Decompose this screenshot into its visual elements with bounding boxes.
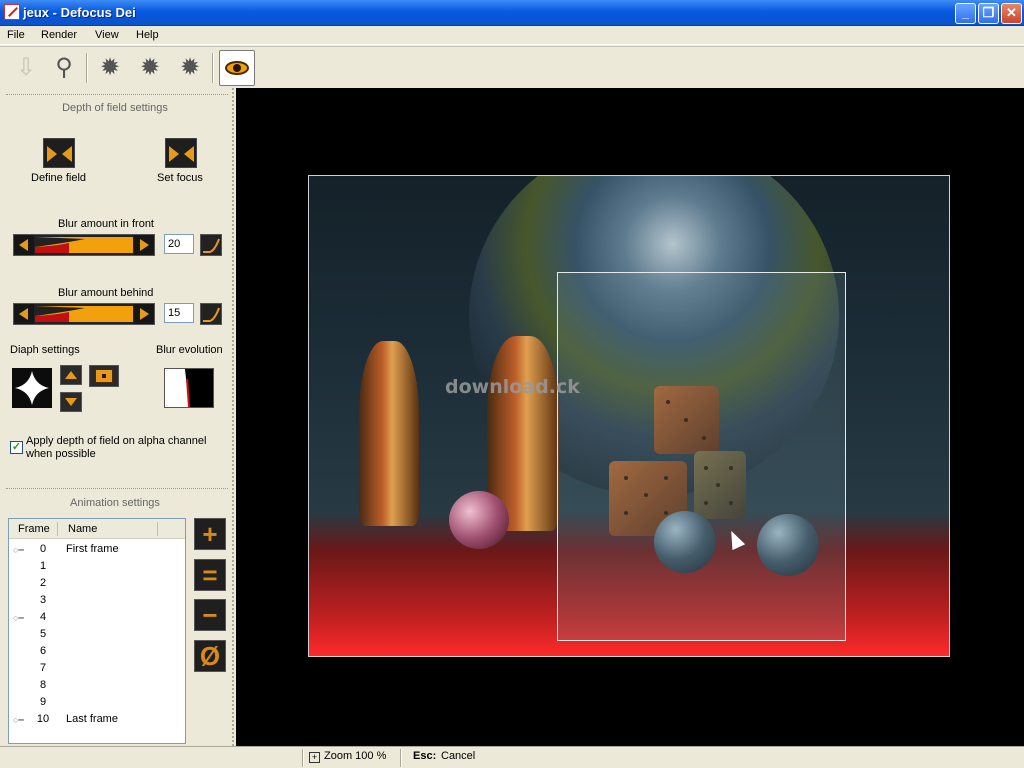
render-selection-gear-icon[interactable]: ✹ bbox=[172, 50, 208, 86]
render-canvas[interactable]: download.ck bbox=[236, 88, 1024, 746]
diaph-settings-label: Diaph settings bbox=[10, 344, 80, 356]
equal-frame-button[interactable]: = bbox=[194, 559, 226, 591]
zoom-icon[interactable]: + bbox=[309, 752, 320, 763]
blur-curve-fill bbox=[35, 237, 85, 253]
decrease-arrow-icon[interactable] bbox=[14, 235, 34, 255]
blur-behind-input[interactable] bbox=[164, 303, 194, 323]
frame-number: 6 bbox=[39, 645, 47, 657]
blur-evolution-graph[interactable] bbox=[164, 368, 214, 408]
blur-behind-slider[interactable] bbox=[13, 303, 155, 325]
magnifier-icon[interactable]: ⚲ bbox=[46, 50, 82, 86]
table-row[interactable]: 3 bbox=[9, 592, 185, 609]
menu-help[interactable]: Help bbox=[136, 29, 159, 41]
status-bar: + Zoom 100 % Esc: Cancel bbox=[0, 746, 1024, 768]
toolbar-separator bbox=[86, 53, 88, 83]
keyframe-icon: ○━ bbox=[13, 545, 24, 555]
dof-section-title: Depth of field settings bbox=[62, 102, 168, 114]
frame-number: 7 bbox=[39, 662, 47, 674]
minimize-button[interactable]: _ bbox=[955, 3, 976, 24]
zoom-level: Zoom 100 % bbox=[324, 750, 387, 762]
frame-number: 1 bbox=[39, 560, 47, 572]
maximize-button[interactable]: ❐ bbox=[978, 3, 999, 24]
remove-frame-button[interactable]: − bbox=[194, 599, 226, 631]
alpha-channel-checkbox[interactable]: ✓ bbox=[10, 441, 23, 454]
render-save-gear-icon[interactable]: ✹ bbox=[132, 50, 168, 86]
blur-front-slider[interactable] bbox=[13, 234, 155, 256]
title-bar: jeux - Defocus Dei _ ❐ ✕ bbox=[0, 0, 1024, 26]
table-row[interactable]: 7 bbox=[9, 660, 185, 677]
frame-name: First frame bbox=[66, 543, 119, 555]
esc-action-label: Cancel bbox=[441, 750, 476, 762]
frame-column-header[interactable]: Frame bbox=[18, 523, 50, 535]
blur-curve-fill bbox=[35, 306, 85, 322]
add-frame-button[interactable]: + bbox=[194, 518, 226, 550]
diaph-options-icon[interactable] bbox=[89, 365, 119, 387]
chess-king-shape bbox=[359, 341, 419, 526]
keyframe-icon: ○━ bbox=[13, 613, 24, 623]
diaphragm-shape-icon[interactable] bbox=[12, 368, 52, 408]
frame-number: 0 bbox=[39, 543, 47, 555]
section-divider bbox=[6, 94, 228, 95]
frame-number: 3 bbox=[39, 594, 47, 606]
curve-preset-icon[interactable] bbox=[200, 303, 222, 325]
frame-list-header: Frame Name bbox=[9, 519, 185, 539]
menu-bar: File Render View Help bbox=[0, 26, 1024, 45]
set-focus-label[interactable]: Set focus bbox=[157, 172, 203, 184]
table-row[interactable]: 6 bbox=[9, 643, 185, 660]
frame-number: 8 bbox=[39, 679, 47, 691]
render-gear-icon[interactable]: ✹ bbox=[92, 50, 128, 86]
increase-arrow-icon[interactable] bbox=[134, 304, 154, 324]
increase-arrow-icon[interactable] bbox=[134, 235, 154, 255]
clear-frames-button[interactable]: Ø bbox=[194, 640, 226, 672]
define-field-label[interactable]: Define field bbox=[31, 172, 86, 184]
eye-icon bbox=[225, 61, 249, 75]
alpha-channel-label[interactable]: Apply depth of field on alpha channel wh… bbox=[26, 435, 216, 461]
rendered-scene-image[interactable]: download.ck bbox=[308, 175, 950, 657]
set-focus-icon[interactable] bbox=[165, 138, 197, 168]
curve-preset-icon[interactable] bbox=[200, 234, 222, 256]
decrease-arrow-icon[interactable] bbox=[14, 304, 34, 324]
download-icon[interactable]: ⇩ bbox=[8, 50, 44, 86]
frame-number: 4 bbox=[39, 611, 47, 623]
table-row[interactable]: 5 bbox=[9, 626, 185, 643]
window-title: jeux - Defocus Dei bbox=[23, 5, 136, 20]
animation-section-title: Animation settings bbox=[70, 497, 160, 509]
menu-view[interactable]: View bbox=[95, 29, 119, 41]
frame-number: 5 bbox=[39, 628, 47, 640]
frame-number: 9 bbox=[39, 696, 47, 708]
menu-file[interactable]: File bbox=[7, 29, 25, 41]
frame-number: 10 bbox=[36, 713, 50, 725]
name-column-header[interactable]: Name bbox=[68, 523, 97, 535]
table-row[interactable]: ○━ 10 Last frame bbox=[9, 711, 185, 728]
pink-ball-shape bbox=[449, 491, 509, 549]
app-icon[interactable] bbox=[4, 4, 20, 20]
section-divider bbox=[6, 488, 228, 489]
focus-region-rectangle[interactable] bbox=[557, 272, 846, 641]
blur-front-input[interactable] bbox=[164, 234, 194, 254]
blur-front-label: Blur amount in front bbox=[58, 218, 154, 230]
table-row[interactable]: 9 bbox=[9, 694, 185, 711]
diaph-down-arrow-icon[interactable] bbox=[60, 392, 82, 412]
blur-behind-label: Blur amount behind bbox=[58, 287, 154, 299]
table-row[interactable]: ○━ 4 bbox=[9, 609, 185, 626]
define-field-icon[interactable] bbox=[43, 138, 75, 168]
diaph-up-arrow-icon[interactable] bbox=[60, 365, 82, 385]
table-row[interactable]: ○━ 0 First frame bbox=[9, 541, 185, 558]
frame-number: 2 bbox=[39, 577, 47, 589]
esc-key-label: Esc: bbox=[413, 750, 437, 762]
close-button[interactable]: ✕ bbox=[1001, 3, 1022, 24]
table-row[interactable]: 8 bbox=[9, 677, 185, 694]
preview-eye-button[interactable] bbox=[219, 50, 255, 86]
table-row[interactable]: 2 bbox=[9, 575, 185, 592]
toolbar-separator bbox=[212, 53, 214, 83]
frame-name: Last frame bbox=[66, 713, 118, 725]
toolbar: ⇩ ⚲ ✹ ✹ ✹ bbox=[0, 46, 1024, 88]
watermark-logo: download.ck bbox=[445, 376, 580, 398]
keyframe-icon: ○━ bbox=[13, 715, 24, 725]
frame-list[interactable]: Frame Name ○━ 0 First frame 1 2 3 ○━ 4 5 6 7 8 9 ○━ 10… bbox=[8, 518, 186, 744]
blur-evolution-label: Blur evolution bbox=[156, 344, 223, 356]
menu-render[interactable]: Render bbox=[41, 29, 77, 41]
table-row[interactable]: 1 bbox=[9, 558, 185, 575]
